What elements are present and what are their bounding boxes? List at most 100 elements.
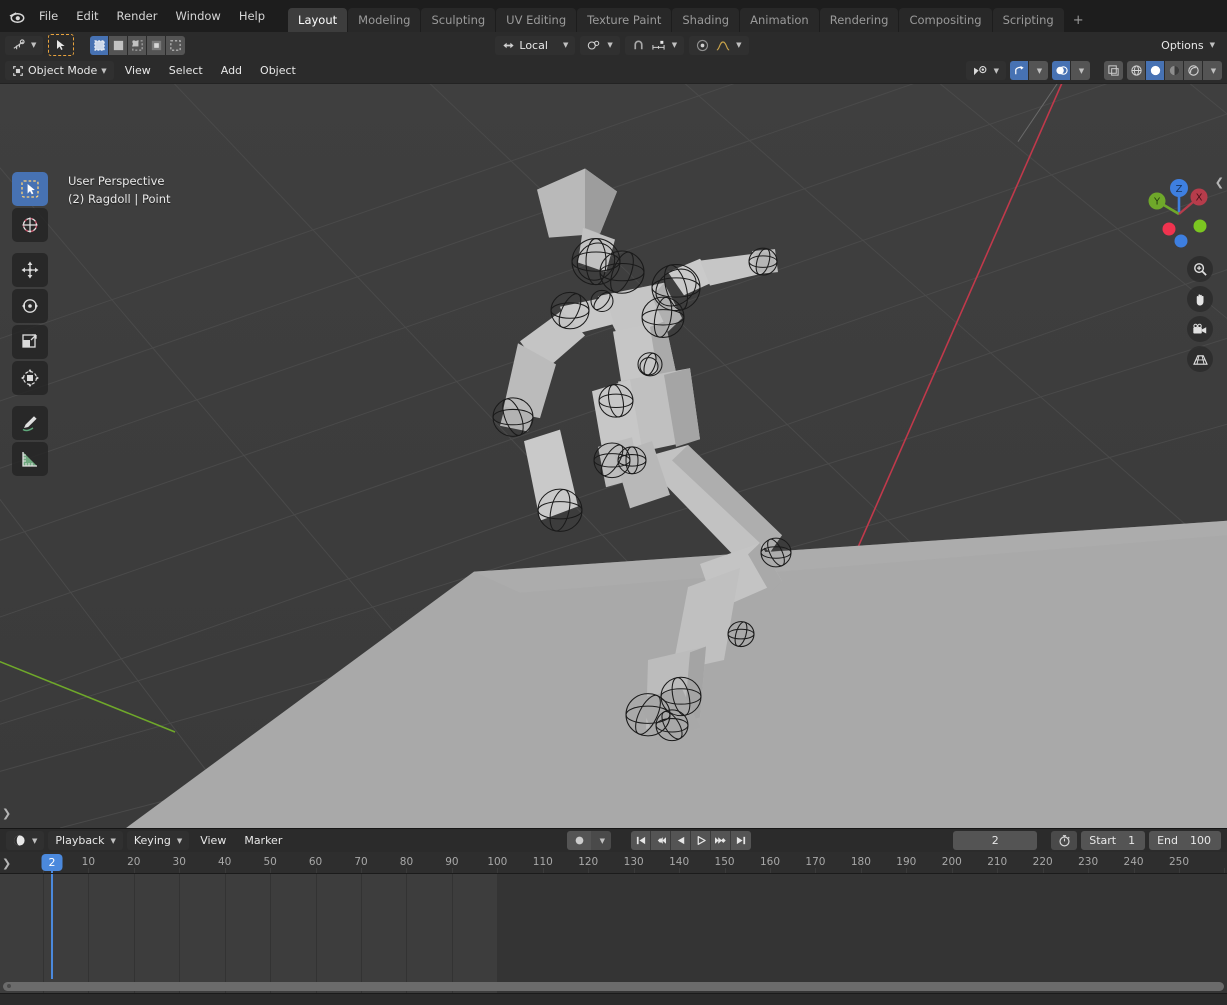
timeline-menu-playback[interactable]: Playback ▼ [48, 831, 123, 850]
tool-move[interactable] [12, 253, 48, 287]
tab-shading[interactable]: Shading [672, 8, 740, 32]
frame-end-field[interactable]: End 100 [1149, 831, 1221, 850]
play-reverse-button[interactable] [671, 831, 692, 850]
ruler-tick-label: 170 [805, 856, 826, 868]
select-extend-icon[interactable] [109, 35, 129, 55]
stopwatch-icon[interactable] [1051, 831, 1078, 850]
jump-to-end-button[interactable] [731, 831, 752, 850]
menu-help[interactable]: Help [230, 6, 274, 26]
previous-keyframe-button[interactable] [651, 831, 672, 850]
overlays-icon[interactable] [1052, 61, 1071, 80]
viewport-menu-add[interactable]: Add [214, 61, 249, 80]
3d-viewport[interactable]: User Perspective (2) Ragdoll | Point Z Y… [0, 84, 1227, 828]
tab-texture-paint[interactable]: Texture Paint [577, 8, 672, 32]
visibility-dropdown[interactable]: ▼ [965, 61, 1006, 80]
menu-window[interactable]: Window [166, 6, 229, 26]
tool-cursor-3d[interactable] [12, 208, 48, 242]
menu-file[interactable]: File [30, 6, 67, 26]
current-frame-field[interactable]: 2 [953, 831, 1038, 850]
auto-key-dropdown[interactable]: ▼ [591, 831, 612, 850]
ruler-tick [451, 868, 453, 873]
chevron-right-icon[interactable]: ❯ [2, 807, 11, 820]
navigation-gizmo[interactable]: Z Y X [1137, 172, 1221, 256]
viewport-menu-select[interactable]: Select [162, 61, 210, 80]
material-preview-shading-icon[interactable] [1165, 61, 1184, 80]
menu-render[interactable]: Render [108, 6, 167, 26]
ruler-tick [361, 868, 363, 873]
camera-view-icon[interactable] [1187, 316, 1213, 342]
tool-annotate[interactable] [12, 406, 48, 440]
pan-hand-icon[interactable] [1187, 286, 1213, 312]
playback-label: Playback [55, 834, 105, 847]
add-workspace-button[interactable]: + [1065, 9, 1092, 32]
proportional-editing-controls[interactable]: ▼ [689, 35, 749, 55]
tab-rendering[interactable]: Rendering [819, 8, 899, 32]
ruler-tick-label: 80 [399, 856, 414, 868]
tab-layout[interactable]: Layout [288, 8, 348, 32]
wireframe-shading-icon[interactable] [1127, 61, 1146, 80]
pivot-point-dropdown[interactable]: ▼ [580, 35, 620, 55]
frame-start-field[interactable]: Start 1 [1081, 831, 1146, 850]
tab-compositing[interactable]: Compositing [899, 8, 992, 32]
timeline-menu-keying[interactable]: Keying ▼ [126, 831, 190, 850]
timeline-body[interactable] [0, 874, 1227, 993]
tool-measure[interactable] [12, 442, 48, 476]
zoom-nav-icon[interactable] [1187, 256, 1213, 282]
chevron-left-icon[interactable]: ❮ [1215, 176, 1224, 189]
gizmo-icon[interactable] [1010, 61, 1029, 80]
xray-toggle-icon[interactable] [1104, 61, 1123, 80]
ruler-tick-label: 30 [172, 856, 186, 868]
ruler-tick-label: 60 [308, 856, 323, 868]
tool-transform[interactable] [12, 361, 48, 395]
play-button[interactable] [691, 831, 712, 850]
shading-dropdown[interactable]: ▼ [1203, 61, 1222, 80]
editor-type-icon[interactable]: ▼ [5, 35, 44, 55]
record-auto-key-icon[interactable] [567, 831, 592, 850]
tab-scripting[interactable]: Scripting [992, 8, 1064, 32]
next-keyframe-button[interactable] [711, 831, 732, 850]
timeline-gridline [406, 874, 408, 993]
options-dropdown[interactable]: Options ▼ [1154, 36, 1222, 55]
select-set-icon[interactable] [90, 35, 110, 55]
timeline-scrollbar[interactable] [0, 981, 1227, 991]
ruler-tick-label: 100 [487, 856, 508, 868]
select-intersect-icon[interactable] [166, 35, 186, 55]
gizmo-dropdown[interactable]: ▼ [1029, 61, 1048, 80]
playhead[interactable] [51, 874, 53, 979]
end-label: End [1157, 834, 1178, 847]
tab-uv-editing[interactable]: UV Editing [496, 8, 577, 32]
select-subtract-icon[interactable] [128, 35, 148, 55]
timeline-scrollbar-handle[interactable] [3, 981, 1224, 991]
ruler-tick-label: 20 [127, 856, 141, 868]
playhead-frame-badge[interactable]: 2 [41, 854, 63, 871]
timeline-editor-icon[interactable]: ▼ [6, 831, 45, 850]
tab-sculpting[interactable]: Sculpting [421, 8, 496, 32]
tool-rotate[interactable] [12, 289, 48, 323]
ruler-tick [997, 868, 999, 873]
active-tool-indicator[interactable] [48, 34, 75, 56]
rendered-shading-icon[interactable] [1184, 61, 1203, 80]
mode-dropdown[interactable]: Object Mode ▼ [5, 61, 114, 80]
transform-orientation-dropdown[interactable]: Local ▼ [495, 35, 576, 55]
tab-modeling[interactable]: Modeling [348, 8, 421, 32]
blender-logo-icon[interactable] [4, 3, 30, 29]
jump-to-start-button[interactable] [631, 831, 652, 850]
timeline-menu-view[interactable]: View [193, 831, 233, 850]
ruler-tick [1088, 868, 1090, 873]
select-invert-icon[interactable] [147, 35, 167, 55]
tool-scale[interactable] [12, 325, 48, 359]
tab-animation[interactable]: Animation [740, 8, 819, 32]
timeline-menu-marker[interactable]: Marker [237, 831, 289, 850]
timeline-ruler[interactable]: ❯ 10 20 30 40 50 60 70 80 90 100 110 120 130 140 150 16… [0, 852, 1227, 874]
tool-select-box[interactable] [12, 172, 48, 206]
menu-edit[interactable]: Edit [67, 6, 107, 26]
chevron-right-icon[interactable]: ❯ [2, 857, 11, 870]
select-box-tool-icon [57, 40, 65, 50]
solid-shading-icon[interactable] [1146, 61, 1165, 80]
toggle-orthographic-icon[interactable] [1187, 346, 1213, 372]
overlays-dropdown[interactable]: ▼ [1071, 61, 1090, 80]
svg-text:Y: Y [1153, 197, 1161, 208]
snapping-controls[interactable]: ▼ [624, 35, 685, 55]
viewport-menu-object[interactable]: Object [253, 61, 303, 80]
viewport-menu-view[interactable]: View [118, 61, 158, 80]
